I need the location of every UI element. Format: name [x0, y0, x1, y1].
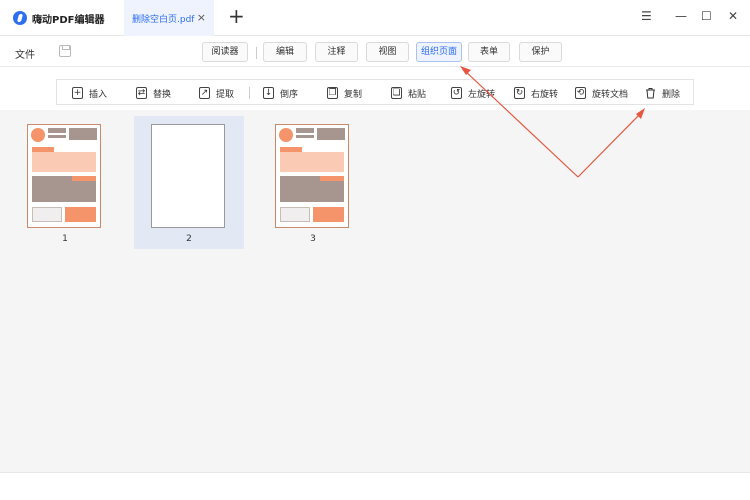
- thumbnail-block: [48, 135, 66, 138]
- extract-label: 提取: [216, 89, 235, 100]
- rotate-document-icon: ⟲: [575, 87, 586, 99]
- minimize-button[interactable]: —: [675, 9, 687, 23]
- save-icon[interactable]: [59, 45, 71, 57]
- app-title: 嗨动PDF编辑器: [32, 15, 105, 26]
- rotate-document-button[interactable]: ⟲ 旋转文档: [575, 80, 628, 106]
- page-thumbnail-card[interactable]: 1: [10, 116, 120, 249]
- thumbnail-block: [320, 176, 344, 181]
- arrowhead-organize-pages: [460, 66, 471, 75]
- reverse-label: 倒序: [280, 89, 299, 100]
- thumbnail-block: [32, 152, 96, 172]
- delete-button[interactable]: 删除: [645, 80, 680, 106]
- document-tab[interactable]: 删除空白页.pdf ×: [124, 0, 214, 36]
- menu-protect-button[interactable]: 保护: [519, 42, 562, 62]
- paste-label: 粘贴: [408, 89, 427, 100]
- thumbnail-block: [280, 152, 344, 172]
- menu-view-button[interactable]: 视图: [366, 42, 409, 62]
- thumbnail-block: [65, 207, 96, 222]
- document-tab-label[interactable]: 删除空白页.pdf: [132, 12, 194, 25]
- thumbnail-block: [48, 128, 66, 133]
- insert-label: 插入: [89, 89, 108, 100]
- page-thumbnail[interactable]: [27, 124, 101, 228]
- page-thumbnail-card-selected[interactable]: 2: [134, 116, 244, 249]
- page-thumbnail[interactable]: [275, 124, 349, 228]
- thumbnail-block: [69, 128, 97, 140]
- page-number-label: 3: [310, 234, 316, 244]
- replace-icon: ⇄: [136, 87, 147, 99]
- thumbnail-block: [317, 128, 345, 140]
- rotate-right-label: 右旋转: [531, 89, 559, 100]
- main-menu-bar: 文件 阅读器 编辑 注释 视图 组织页面 表单 保护: [0, 37, 750, 67]
- copy-icon: ❐: [327, 87, 338, 99]
- thumbnail-avatar-shape: [279, 128, 293, 142]
- close-window-button[interactable]: ✕: [728, 9, 738, 23]
- insert-icon: +: [72, 87, 83, 99]
- thumbnail-block: [296, 128, 314, 133]
- toolbar-divider: [249, 87, 250, 99]
- blank-page-thumbnail[interactable]: [151, 124, 225, 228]
- thumbnail-avatar-shape: [31, 128, 45, 142]
- rotate-right-icon: ↻: [514, 87, 525, 99]
- reverse-order-button[interactable]: ↓ 倒序: [263, 80, 298, 106]
- insert-button[interactable]: + 插入: [72, 80, 107, 106]
- replace-label: 替换: [153, 89, 172, 100]
- file-menu[interactable]: 文件: [15, 46, 35, 61]
- rotate-document-label: 旋转文档: [592, 89, 629, 100]
- app-logo-icon: [13, 11, 27, 25]
- menu-forms-button[interactable]: 表单: [468, 42, 510, 62]
- delete-label: 删除: [662, 89, 681, 100]
- thumbnail-block: [296, 135, 314, 138]
- reverse-icon: ↓: [263, 87, 274, 99]
- replace-button[interactable]: ⇄ 替换: [136, 80, 171, 106]
- menu-divider: [256, 47, 257, 59]
- maximize-button[interactable]: ☐: [701, 9, 712, 23]
- status-footer: [0, 472, 750, 500]
- trash-icon: [645, 87, 656, 99]
- rotate-left-button[interactable]: ↺ 左旋转: [451, 80, 495, 106]
- page-number-label: 1: [62, 234, 68, 244]
- menu-edit-button[interactable]: 编辑: [263, 42, 307, 62]
- hamburger-menu-icon[interactable]: ☰: [641, 9, 652, 23]
- menu-annotate-button[interactable]: 注释: [315, 42, 358, 62]
- thumbnail-block: [32, 207, 62, 222]
- close-tab-icon[interactable]: ×: [197, 11, 206, 24]
- rotate-left-icon: ↺: [451, 87, 462, 99]
- paste-button[interactable]: ❏ 粘贴: [391, 80, 426, 106]
- rotate-left-label: 左旋转: [468, 89, 496, 100]
- menu-organize-pages-button[interactable]: 组织页面: [416, 42, 462, 62]
- page-number-label: 2: [186, 234, 192, 244]
- extract-icon: ↗: [199, 87, 210, 99]
- paste-icon: ❏: [391, 87, 402, 99]
- page-thumbnail-card[interactable]: 3: [258, 116, 368, 249]
- rotate-right-button[interactable]: ↻ 右旋转: [514, 80, 558, 106]
- organize-pages-toolbar: + 插入 ⇄ 替换 ↗ 提取 ↓ 倒序 ❐ 复制 ❏ 粘贴 ↺ 左旋转 ↻ 右旋…: [56, 79, 694, 105]
- menu-reader-button[interactable]: 阅读器: [202, 42, 248, 62]
- copy-button[interactable]: ❐ 复制: [327, 80, 362, 106]
- extract-button[interactable]: ↗ 提取: [199, 80, 234, 106]
- title-bar: 嗨动PDF编辑器 删除空白页.pdf × + ☰ — ☐ ✕: [0, 0, 750, 36]
- thumbnail-block: [72, 176, 96, 181]
- thumbnail-block: [313, 207, 344, 222]
- thumbnail-block: [280, 207, 310, 222]
- new-tab-button[interactable]: +: [228, 6, 245, 26]
- copy-label: 复制: [344, 89, 363, 100]
